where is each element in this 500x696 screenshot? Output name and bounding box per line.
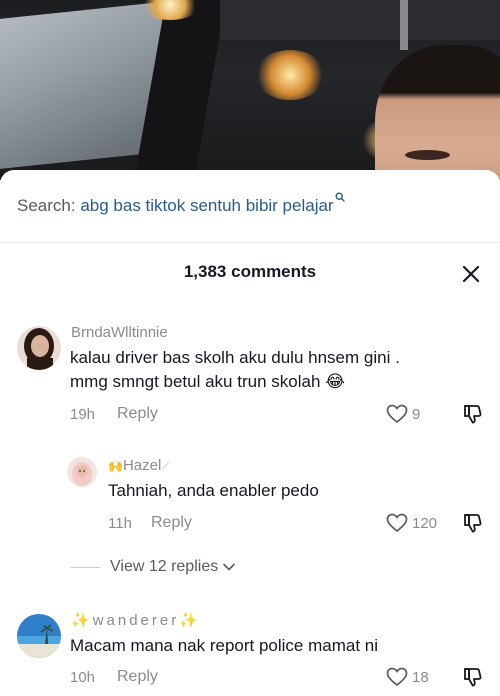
comment-text: kalau driver bas skolh aku dulu hnsem gi…	[70, 346, 490, 394]
person-head	[375, 45, 500, 180]
comment-time: 11h	[108, 515, 132, 532]
like-button[interactable]: 9	[386, 404, 420, 424]
heart-icon	[386, 667, 408, 687]
search-suggestion[interactable]: Search: abg bas tiktok sentuh bibir pela…	[0, 170, 500, 242]
like-button[interactable]: 18	[386, 667, 429, 687]
reply-button[interactable]: Reply	[151, 514, 192, 532]
divider	[70, 566, 100, 568]
view-replies-button[interactable]: View 12 replies	[70, 558, 236, 576]
comment-text: Macam mana nak report police mamat ni	[70, 636, 379, 655]
close-icon[interactable]	[461, 264, 481, 284]
comment-time: 19h	[70, 406, 96, 423]
comment-username[interactable]: 🙌Hazel⟋	[108, 457, 170, 474]
comment-time: 10h	[70, 669, 96, 686]
hands-emoji: 🙌	[108, 459, 123, 473]
avatar-image	[67, 457, 97, 487]
laughing-emoji: 😂	[325, 372, 346, 392]
chevron-down-icon	[223, 563, 236, 571]
avatar[interactable]	[17, 326, 61, 370]
comment-text-line-content: mmg smngt betul aku trun skolah	[70, 372, 321, 391]
heart-icon	[386, 513, 408, 533]
comment-text-line: mmg smngt betul aku trun skolah 😂	[70, 370, 490, 394]
wing-emoji: ⟋	[161, 459, 170, 473]
comment-text: Tahniah, anda enabler pedo	[108, 481, 319, 500]
comments-count: 1,383 comments	[183, 262, 317, 281]
heart-icon	[386, 404, 408, 424]
sparkle-icon: ✨	[179, 611, 201, 629]
thumbs-down-icon[interactable]	[462, 512, 484, 534]
search-query[interactable]: abg bas tiktok sentuh bibir pelajar	[80, 196, 333, 215]
sparkle-icon: ✨	[71, 611, 93, 629]
avatar[interactable]	[17, 614, 61, 658]
reply-button[interactable]: Reply	[117, 668, 158, 686]
comment-text-line: kalau driver bas skolh aku dulu hnsem gi…	[70, 348, 400, 367]
comment-username-text: Hazel	[122, 457, 162, 474]
reply-button[interactable]: Reply	[117, 405, 158, 423]
avatar-image	[17, 326, 61, 370]
thumbs-down-icon[interactable]	[462, 666, 484, 688]
divider	[0, 242, 500, 243]
search-label: Search:	[17, 196, 76, 215]
search-icon	[335, 192, 345, 202]
like-count: 9	[412, 405, 421, 423]
bus-rail	[400, 0, 408, 50]
comment-username[interactable]: BrndaWlltinnie	[71, 324, 168, 341]
like-count: 18	[412, 668, 429, 686]
thumbs-down-icon[interactable]	[462, 403, 484, 425]
avatar[interactable]	[67, 457, 97, 487]
view-replies-label: View 12 replies	[110, 558, 219, 575]
avatar-image	[17, 614, 61, 658]
video-background	[0, 0, 500, 180]
like-button[interactable]: 120	[386, 513, 437, 533]
ceiling-light	[255, 50, 325, 100]
like-count: 120	[412, 514, 438, 532]
comment-username[interactable]: ✨wanderer✨	[71, 611, 201, 629]
comment-username-text: wanderer	[92, 612, 180, 629]
person-eye	[405, 150, 450, 160]
bus-ceiling	[220, 0, 500, 40]
